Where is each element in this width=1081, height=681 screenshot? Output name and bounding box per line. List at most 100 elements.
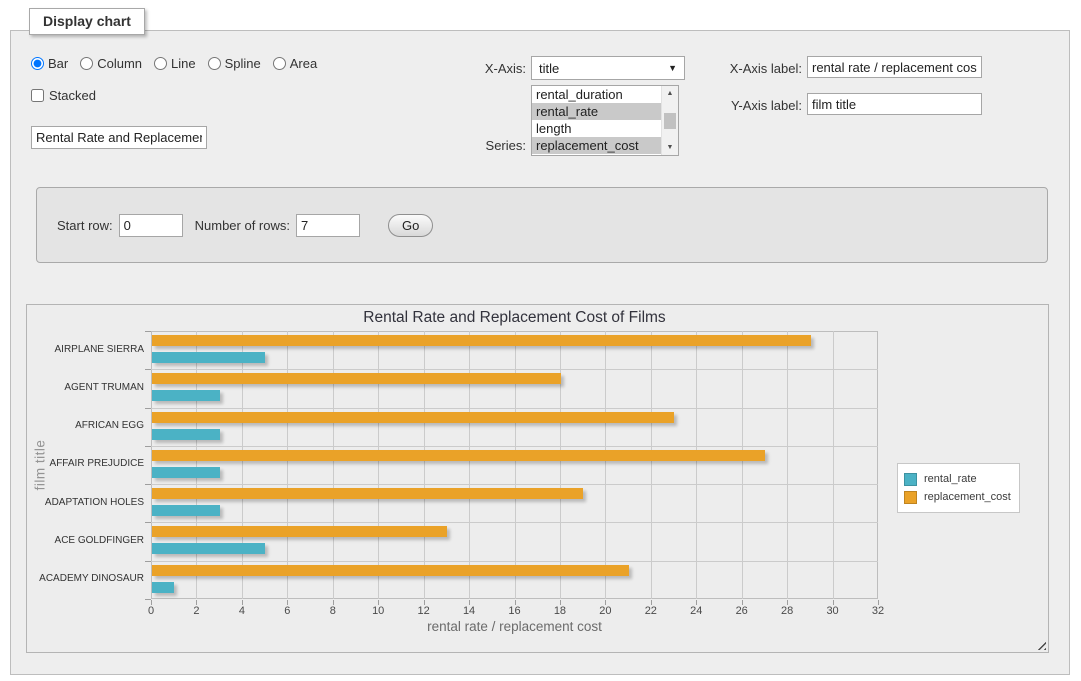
x-tick-label: 0 bbox=[136, 605, 166, 617]
legend-swatch-rental_rate bbox=[904, 473, 917, 486]
bar-replacement_cost bbox=[152, 373, 561, 384]
chart-type-radio-area[interactable] bbox=[273, 57, 286, 70]
x-tick-label: 24 bbox=[681, 605, 711, 617]
number-of-rows-label: Number of rows: bbox=[195, 218, 290, 233]
grid-line-vertical bbox=[787, 331, 788, 599]
x-tick-label: 2 bbox=[181, 605, 211, 617]
category-label: ACE GOLDFINGER bbox=[29, 534, 144, 547]
scroll-up-icon[interactable]: ▲ bbox=[662, 86, 678, 101]
grid-line-vertical bbox=[333, 331, 334, 599]
series-option-rental_rate[interactable]: rental_rate bbox=[532, 103, 661, 120]
y-axis-label-input[interactable] bbox=[807, 93, 982, 115]
chart-type-option-line[interactable]: Line bbox=[154, 56, 196, 71]
x-axis-select[interactable]: title ▼ bbox=[531, 56, 685, 80]
chart-type-radio-bar[interactable] bbox=[31, 57, 44, 70]
y-tick-mark bbox=[145, 522, 151, 523]
category-label: AGENT TRUMAN bbox=[29, 381, 144, 394]
x-axis-title: rental rate / replacement cost bbox=[151, 619, 878, 634]
bar-rental_rate bbox=[152, 429, 220, 440]
legend-item-replacement_cost: replacement_cost bbox=[904, 489, 1011, 505]
bar-rental_rate bbox=[152, 390, 220, 401]
chart-title: Rental Rate and Replacement Cost of Film… bbox=[151, 309, 878, 327]
stacked-checkbox[interactable] bbox=[31, 89, 44, 102]
bar-rental_rate bbox=[152, 582, 174, 593]
chart-type-option-area[interactable]: Area bbox=[273, 56, 317, 71]
chart-title-input[interactable] bbox=[31, 126, 207, 149]
chart-type-radio-group: Bar Column Line Spline Area bbox=[31, 56, 317, 71]
y-tick-mark bbox=[145, 369, 151, 370]
bar-rental_rate bbox=[152, 352, 265, 363]
x-tick-label: 30 bbox=[818, 605, 848, 617]
legend-swatch-replacement_cost bbox=[904, 491, 917, 504]
bar-replacement_cost bbox=[152, 335, 811, 346]
x-axis-label-field-label: X-Axis label: bbox=[716, 61, 802, 76]
scroll-down-icon[interactable]: ▼ bbox=[662, 140, 678, 155]
y-tick-mark bbox=[145, 446, 151, 447]
x-tick-label: 20 bbox=[590, 605, 620, 617]
x-tick-label: 22 bbox=[636, 605, 666, 617]
chart-type-option-column[interactable]: Column bbox=[80, 56, 142, 71]
x-tick-label: 6 bbox=[272, 605, 302, 617]
resize-handle-icon[interactable] bbox=[1034, 638, 1046, 650]
bar-rental_rate bbox=[152, 505, 220, 516]
y-axis-label-field-label: Y-Axis label: bbox=[716, 98, 802, 113]
grid-line-vertical bbox=[605, 331, 606, 599]
grid-line-vertical bbox=[696, 331, 697, 599]
series-listbox-label: Series: bbox=[441, 138, 526, 153]
y-tick-mark bbox=[145, 408, 151, 409]
grid-line-vertical bbox=[287, 331, 288, 599]
x-axis-select-label: X-Axis: bbox=[441, 61, 526, 76]
x-tick-label: 14 bbox=[454, 605, 484, 617]
x-tick-label: 26 bbox=[727, 605, 757, 617]
bar-rental_rate bbox=[152, 543, 265, 554]
series-listbox[interactable]: rental_durationrental_ratelengthreplacem… bbox=[531, 85, 679, 156]
series-option-length[interactable]: length bbox=[532, 120, 661, 137]
x-tick-label: 28 bbox=[772, 605, 802, 617]
grid-line-horizontal bbox=[151, 446, 878, 447]
y-tick-mark bbox=[145, 484, 151, 485]
chart-type-option-bar[interactable]: Bar bbox=[31, 56, 68, 71]
category-label: ACADEMY DINOSAUR bbox=[29, 572, 144, 585]
category-label: AFRICAN EGG bbox=[29, 419, 144, 432]
stacked-checkbox-label: Stacked bbox=[49, 88, 96, 103]
chart-type-radio-label: Area bbox=[290, 56, 317, 71]
legend-label: replacement_cost bbox=[924, 491, 1011, 503]
category-label: AIRPLANE SIERRA bbox=[29, 343, 144, 356]
display-chart-fieldset: Display chart BarColumnLineSplineArea St… bbox=[10, 30, 1070, 675]
series-options: rental_durationrental_ratelengthreplacem… bbox=[532, 86, 661, 155]
listbox-scrollbar[interactable]: ▲ ▼ bbox=[661, 86, 678, 155]
scrollbar-thumb[interactable] bbox=[664, 113, 676, 129]
x-axis-label-input[interactable] bbox=[807, 56, 982, 78]
x-tick-label: 12 bbox=[409, 605, 439, 617]
series-option-replacement_cost[interactable]: replacement_cost bbox=[532, 137, 661, 154]
chart-type-radio-column[interactable] bbox=[80, 57, 93, 70]
grid-line-vertical bbox=[196, 331, 197, 599]
chart-type-option-spline[interactable]: Spline bbox=[208, 56, 261, 71]
grid-line-vertical bbox=[742, 331, 743, 599]
chart-type-radio-spline[interactable] bbox=[208, 57, 221, 70]
start-row-label: Start row: bbox=[57, 218, 113, 233]
stacked-checkbox-row[interactable]: Stacked bbox=[31, 88, 96, 103]
chevron-down-icon: ▼ bbox=[668, 63, 677, 73]
number-of-rows-input[interactable] bbox=[296, 214, 360, 237]
bar-replacement_cost bbox=[152, 526, 447, 537]
row-controls-panel: Start row: Number of rows: Go bbox=[36, 187, 1048, 263]
x-tick-label: 18 bbox=[545, 605, 575, 617]
bar-replacement_cost bbox=[152, 412, 674, 423]
fieldset-legend-title: Display chart bbox=[29, 8, 145, 35]
legend-label: rental_rate bbox=[924, 473, 977, 485]
legend-item-rental_rate: rental_rate bbox=[904, 471, 1011, 487]
start-row-input[interactable] bbox=[119, 214, 183, 237]
grid-line-horizontal bbox=[151, 369, 878, 370]
chart-type-radio-label: Bar bbox=[48, 56, 68, 71]
grid-line-vertical bbox=[378, 331, 379, 599]
chart-type-radio-label: Spline bbox=[225, 56, 261, 71]
grid-line-horizontal bbox=[151, 522, 878, 523]
x-tick-label: 16 bbox=[500, 605, 530, 617]
x-axis-selected-value: title bbox=[539, 61, 559, 76]
chart-type-radio-line[interactable] bbox=[154, 57, 167, 70]
x-tick-label: 8 bbox=[318, 605, 348, 617]
grid-line-horizontal bbox=[151, 561, 878, 562]
go-button[interactable]: Go bbox=[388, 214, 433, 237]
series-option-rental_duration[interactable]: rental_duration bbox=[532, 86, 661, 103]
